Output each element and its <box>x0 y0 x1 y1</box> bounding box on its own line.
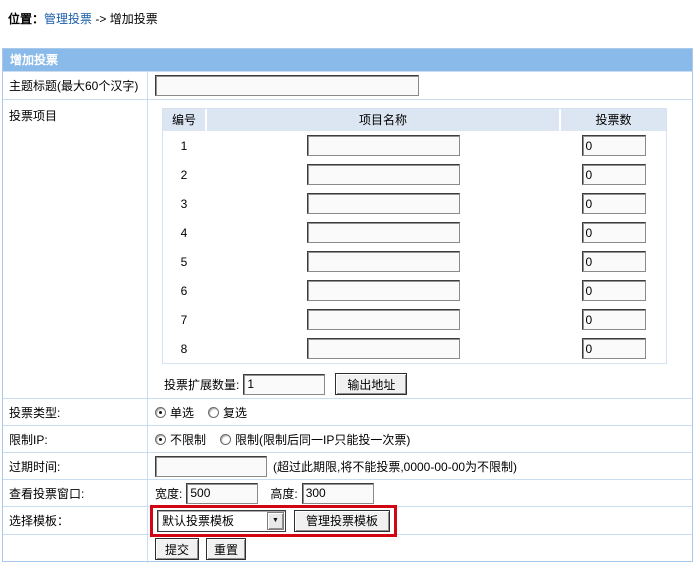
panel-title: 增加投票 <box>3 49 692 71</box>
expire-time-note: (超过此期限,将不能投票,0000-00-00为不限制) <box>273 458 517 475</box>
items-header-row: 编号 项目名称 投票数 <box>163 109 666 131</box>
item-name-input[interactable] <box>307 251 460 272</box>
expire-time-row: 过期时间: (超过此期限,将不能投票,0000-00-00为不限制) <box>3 452 692 479</box>
radio-single-choice-label: 单选 <box>170 406 194 420</box>
vote-item-row: 7 <box>163 305 666 334</box>
item-name-input[interactable] <box>307 193 460 214</box>
radio-limit[interactable] <box>220 434 231 445</box>
output-address-button[interactable]: 输出地址 <box>335 373 407 395</box>
item-votes-input[interactable] <box>582 164 646 185</box>
template-select[interactable]: 默认投票模板 ▼ <box>157 510 286 532</box>
vote-item-row: 5 <box>163 247 666 276</box>
item-name-input[interactable] <box>307 280 460 301</box>
vote-type-label: 投票类型: <box>3 399 148 425</box>
manage-templates-button[interactable]: 管理投票模板 <box>294 510 390 532</box>
vote-item-row: 6 <box>163 276 666 305</box>
vote-item-row: 4 <box>163 218 666 247</box>
actions-row: 提交 重置 <box>3 534 692 563</box>
actions-label-empty <box>3 535 148 563</box>
chevron-down-icon[interactable]: ▼ <box>267 512 284 530</box>
vote-window-label: 查看投票窗口: <box>3 480 148 506</box>
limit-ip-row: 限制IP: 不限制 限制 (限制后同一IP只能投一次票) <box>3 425 692 452</box>
item-name-input[interactable] <box>307 135 460 156</box>
item-votes-input[interactable] <box>582 251 646 272</box>
expand-count-label: 投票扩展数量: <box>164 376 239 393</box>
vote-item-row: 2 <box>163 160 666 189</box>
breadcrumb-separator: -> <box>92 12 110 26</box>
vote-window-row: 查看投票窗口: 宽度: 高度: <box>3 479 692 506</box>
item-name-input[interactable] <box>307 222 460 243</box>
item-number: 4 <box>163 226 205 240</box>
radio-multi-choice-label: 复选 <box>223 406 247 420</box>
vote-type-row: 投票类型: 单选 复选 <box>3 398 692 425</box>
item-number: 3 <box>163 197 205 211</box>
reset-button[interactable]: 重置 <box>206 538 246 560</box>
item-number: 5 <box>163 255 205 269</box>
col-header-item-name: 项目名称 <box>207 109 559 131</box>
add-vote-panel: 增加投票 主题标题(最大60个汉字) 投票项目 编号 项目名称 投票数 1 <box>2 48 693 562</box>
expire-time-label: 过期时间: <box>3 453 148 479</box>
topic-input[interactable] <box>155 75 419 96</box>
item-votes-input[interactable] <box>582 193 646 214</box>
template-row: 选择模板： 默认投票模板 ▼ 管理投票模板 <box>3 506 692 534</box>
highlight-red-box: 默认投票模板 ▼ 管理投票模板 <box>150 505 397 537</box>
expand-count-row: 投票扩展数量: 输出地址 <box>164 373 692 395</box>
vote-item-row: 3 <box>163 189 666 218</box>
item-votes-input[interactable] <box>582 309 646 330</box>
item-name-input[interactable] <box>307 338 460 359</box>
items-label: 投票项目 <box>3 100 148 398</box>
breadcrumb-prefix: 位置： <box>8 12 44 26</box>
radio-no-limit[interactable] <box>155 434 166 445</box>
template-label: 选择模板： <box>3 507 148 534</box>
item-votes-input[interactable] <box>582 280 646 301</box>
radio-multi-choice[interactable] <box>208 407 219 418</box>
vote-items-table: 编号 项目名称 投票数 1 2 3 <box>162 108 667 364</box>
item-number: 2 <box>163 168 205 182</box>
topic-label: 主题标题(最大60个汉字) <box>3 72 148 99</box>
expire-time-input[interactable] <box>155 456 267 477</box>
topic-row: 主题标题(最大60个汉字) <box>3 71 692 99</box>
limit-ip-label: 限制IP: <box>3 426 148 452</box>
item-votes-input[interactable] <box>582 222 646 243</box>
expand-count-input[interactable] <box>243 374 325 395</box>
item-number: 7 <box>163 313 205 327</box>
breadcrumb: 位置：管理投票 -> 增加投票 <box>8 10 158 27</box>
item-name-input[interactable] <box>307 164 460 185</box>
col-header-vote-count: 投票数 <box>561 109 666 131</box>
breadcrumb-link-manage-votes[interactable]: 管理投票 <box>44 12 92 26</box>
item-number: 8 <box>163 342 205 356</box>
item-votes-input[interactable] <box>582 135 646 156</box>
width-input[interactable] <box>186 483 258 504</box>
vote-item-row: 1 <box>163 131 666 160</box>
radio-no-limit-label: 不限制 <box>170 433 206 447</box>
col-header-number: 编号 <box>163 109 205 131</box>
width-label: 宽度: <box>155 485 182 502</box>
height-input[interactable] <box>302 483 374 504</box>
breadcrumb-current: 增加投票 <box>110 12 158 26</box>
item-name-input[interactable] <box>307 309 460 330</box>
template-select-value: 默认投票模板 <box>158 512 267 529</box>
radio-limit-label: 限制 <box>235 433 259 447</box>
submit-button[interactable]: 提交 <box>155 538 199 560</box>
radio-single-choice[interactable] <box>155 407 166 418</box>
height-label: 高度: <box>270 485 297 502</box>
items-row: 投票项目 编号 项目名称 投票数 1 2 <box>3 99 692 398</box>
item-number: 1 <box>163 139 205 153</box>
item-number: 6 <box>163 284 205 298</box>
item-votes-input[interactable] <box>582 338 646 359</box>
vote-item-row: 8 <box>163 334 666 363</box>
limit-ip-note: (限制后同一IP只能投一次票) <box>259 431 410 448</box>
